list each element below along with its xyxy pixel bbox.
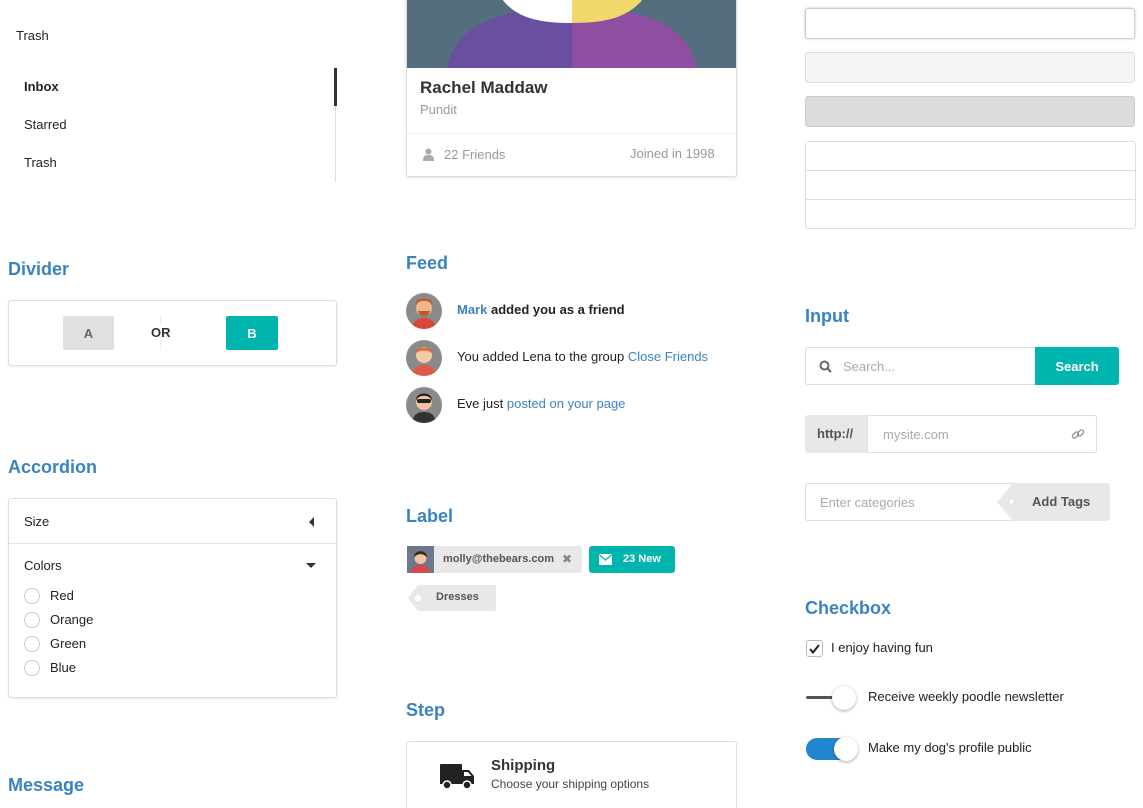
tag-label-dot xyxy=(415,595,421,601)
truck-icon xyxy=(440,764,474,790)
top-menu-trash[interactable]: Trash xyxy=(16,28,49,43)
vertical-menu-item-inbox[interactable]: Inbox xyxy=(24,79,59,94)
radio-green[interactable] xyxy=(24,636,40,652)
or-label: OR xyxy=(150,325,172,340)
radio-label-green: Green xyxy=(50,636,87,651)
feed-event-3-link[interactable]: posted on your page xyxy=(507,396,626,411)
tag-label-text: Dresses xyxy=(436,591,479,603)
profile-card-separator xyxy=(407,133,736,134)
checkmark-icon xyxy=(809,643,820,654)
form-list-separator xyxy=(806,170,1135,171)
public-profile-toggle-knob[interactable] xyxy=(834,737,858,761)
form-field-list[interactable] xyxy=(805,141,1136,229)
search-icon xyxy=(819,360,832,373)
radio-label-blue: Blue xyxy=(50,660,77,675)
form-field-disabled[interactable] xyxy=(805,52,1135,83)
url-placeholder: mysite.com xyxy=(883,427,949,442)
profile-card-image xyxy=(407,0,736,68)
mail-icon xyxy=(599,554,612,565)
feed-event-3: Eve just posted on your page xyxy=(457,396,625,411)
step-description: Choose your shipping options xyxy=(491,777,650,791)
feed-event-1-text: added you as a friend xyxy=(490,302,625,317)
add-tags-text: Add Tags xyxy=(1032,494,1091,509)
vertical-menu-active-indicator xyxy=(334,68,337,106)
vertical-menu-item-trash[interactable]: Trash xyxy=(24,155,57,170)
radio-label-orange: Orange xyxy=(50,612,94,627)
accordion-title-size[interactable]: Size xyxy=(24,514,49,529)
label-heading: Label xyxy=(406,506,454,526)
accordion-separator xyxy=(9,543,336,544)
search-input[interactable] xyxy=(805,347,1036,385)
caret-left-icon[interactable] xyxy=(308,516,316,528)
divider-segment xyxy=(8,300,337,366)
button-a[interactable]: A xyxy=(63,316,114,350)
fun-checkbox-label: I enjoy having fun xyxy=(831,640,933,655)
label-avatar-image xyxy=(407,546,434,573)
feed-event-2-link[interactable]: Close Friends xyxy=(628,349,708,364)
step-title: Shipping xyxy=(491,757,556,774)
public-profile-toggle-label: Make my dog's profile public xyxy=(868,740,1032,755)
fun-checkbox[interactable] xyxy=(806,640,823,657)
form-field-focused[interactable] xyxy=(805,8,1135,39)
search-button[interactable]: Search xyxy=(1035,347,1119,385)
radio-red[interactable] xyxy=(24,588,40,604)
http-label-text: http:// xyxy=(817,426,854,441)
profile-card-meta: Pundit xyxy=(420,102,457,117)
feed-heading: Feed xyxy=(406,253,449,273)
feed-event-3-text: Eve just xyxy=(457,396,504,411)
radio-orange[interactable] xyxy=(24,612,40,628)
checkbox-heading: Checkbox xyxy=(805,598,892,618)
feed-user-link[interactable]: Mark xyxy=(457,302,487,317)
feed-event-2-text: You added Lena to the group xyxy=(457,349,625,364)
step-heading: Step xyxy=(406,700,446,720)
feed-event-1: Mark added you as a friend xyxy=(457,302,625,317)
radio-blue[interactable] xyxy=(24,660,40,676)
mail-label-text: 23 New xyxy=(623,553,661,565)
form-list-separator xyxy=(806,199,1135,200)
input-heading: Input xyxy=(805,306,849,326)
feed-event-2: You added Lena to the group Close Friend… xyxy=(457,349,708,364)
image-label-text: molly@thebears.com xyxy=(443,553,554,565)
newsletter-slider-knob[interactable] xyxy=(832,686,856,710)
link-icon xyxy=(1071,429,1085,439)
search-placeholder: Search... xyxy=(843,359,896,374)
newsletter-slider-label: Receive weekly poodle newsletter xyxy=(868,689,1064,704)
vertical-menu-item-starred[interactable]: Starred xyxy=(24,117,67,132)
form-field-readonly[interactable] xyxy=(805,96,1135,127)
feed-avatar-mark[interactable] xyxy=(406,293,442,329)
feed-avatar-lena[interactable] xyxy=(406,340,442,376)
message-heading: Message xyxy=(8,775,85,795)
add-tags-dot xyxy=(1008,498,1015,505)
profile-card-friends[interactable]: 22 Friends xyxy=(444,147,505,162)
profile-card-joined: Joined in 1998 xyxy=(630,146,715,161)
button-b[interactable]: B xyxy=(226,316,278,350)
accordion-heading: Accordion xyxy=(8,457,98,477)
feed-avatar-eve[interactable] xyxy=(406,387,442,423)
user-icon xyxy=(423,148,434,161)
category-placeholder: Enter categories xyxy=(820,495,915,510)
caret-down-icon[interactable] xyxy=(305,562,317,570)
profile-card-name[interactable]: Rachel Maddaw xyxy=(420,78,548,98)
accordion-title-colors[interactable]: Colors xyxy=(24,558,62,573)
close-icon[interactable]: ✖ xyxy=(562,552,572,566)
divider-heading: Divider xyxy=(8,259,70,279)
radio-label-red: Red xyxy=(50,588,74,603)
